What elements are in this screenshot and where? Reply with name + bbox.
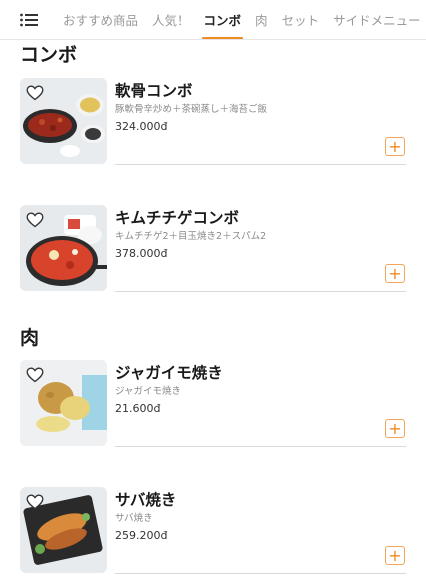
tab-combo[interactable]: コンボ — [197, 0, 249, 39]
tab-side-menu[interactable]: サイドメニュー — [326, 0, 426, 39]
tab-recommended[interactable]: おすすめ商品 — [56, 0, 145, 39]
add-to-cart-button[interactable]: + — [385, 264, 405, 283]
item-price: 259.200đ — [115, 529, 168, 542]
plus-icon: + — [388, 418, 402, 438]
plus-icon: + — [388, 136, 402, 156]
add-to-cart-button[interactable]: + — [385, 546, 405, 565]
item-price: 378.000đ — [115, 247, 168, 260]
section-title-meat: 肉 — [20, 327, 40, 349]
favorite-heart-icon[interactable] — [26, 85, 44, 101]
item-description: ジャガイモ焼き — [115, 386, 182, 397]
category-nav: おすすめ商品 人気！ コンボ 肉 セット サイドメニュー — [0, 0, 426, 40]
menu-item[interactable]: 軟骨コンボ 豚軟骨辛炒め＋茶碗蒸し＋海苔ご飯 324.000đ + — [0, 78, 426, 166]
list-menu-icon — [20, 13, 38, 26]
section-title-combo: コンボ — [20, 44, 78, 66]
item-price: 324.000đ — [115, 120, 168, 133]
item-name: サバ焼き — [115, 491, 177, 509]
menu-button[interactable] — [0, 0, 56, 39]
item-name: ジャガイモ焼き — [115, 364, 223, 382]
tab-meat[interactable]: 肉 — [248, 0, 275, 39]
menu-item[interactable]: サバ焼き サバ焼き 259.200đ + — [0, 487, 426, 575]
favorite-heart-icon[interactable] — [26, 494, 44, 510]
divider — [115, 573, 406, 574]
plus-icon: + — [388, 263, 402, 283]
tab-set[interactable]: セット — [275, 0, 327, 39]
add-to-cart-button[interactable]: + — [385, 419, 405, 438]
item-name: キムチチゲコンボ — [115, 209, 240, 227]
item-description: キムチチゲ2＋目玉焼き2＋スパム2 — [115, 231, 267, 242]
favorite-heart-icon[interactable] — [26, 367, 44, 383]
item-name: 軟骨コンボ — [115, 82, 193, 100]
favorite-heart-icon[interactable] — [26, 212, 44, 228]
add-to-cart-button[interactable]: + — [385, 137, 405, 156]
divider — [115, 291, 406, 292]
divider — [115, 164, 406, 165]
menu-item[interactable]: ジャガイモ焼き ジャガイモ焼き 21.600đ + — [0, 360, 426, 448]
item-price: 21.600đ — [115, 402, 161, 415]
divider — [115, 446, 406, 447]
item-description: 豚軟骨辛炒め＋茶碗蒸し＋海苔ご飯 — [115, 104, 268, 115]
plus-icon: + — [388, 545, 402, 565]
tab-popular[interactable]: 人気！ — [145, 0, 197, 39]
item-description: サバ焼き — [115, 513, 153, 524]
menu-item[interactable]: キムチチゲコンボ キムチチゲ2＋目玉焼き2＋スパム2 378.000đ + — [0, 205, 426, 293]
